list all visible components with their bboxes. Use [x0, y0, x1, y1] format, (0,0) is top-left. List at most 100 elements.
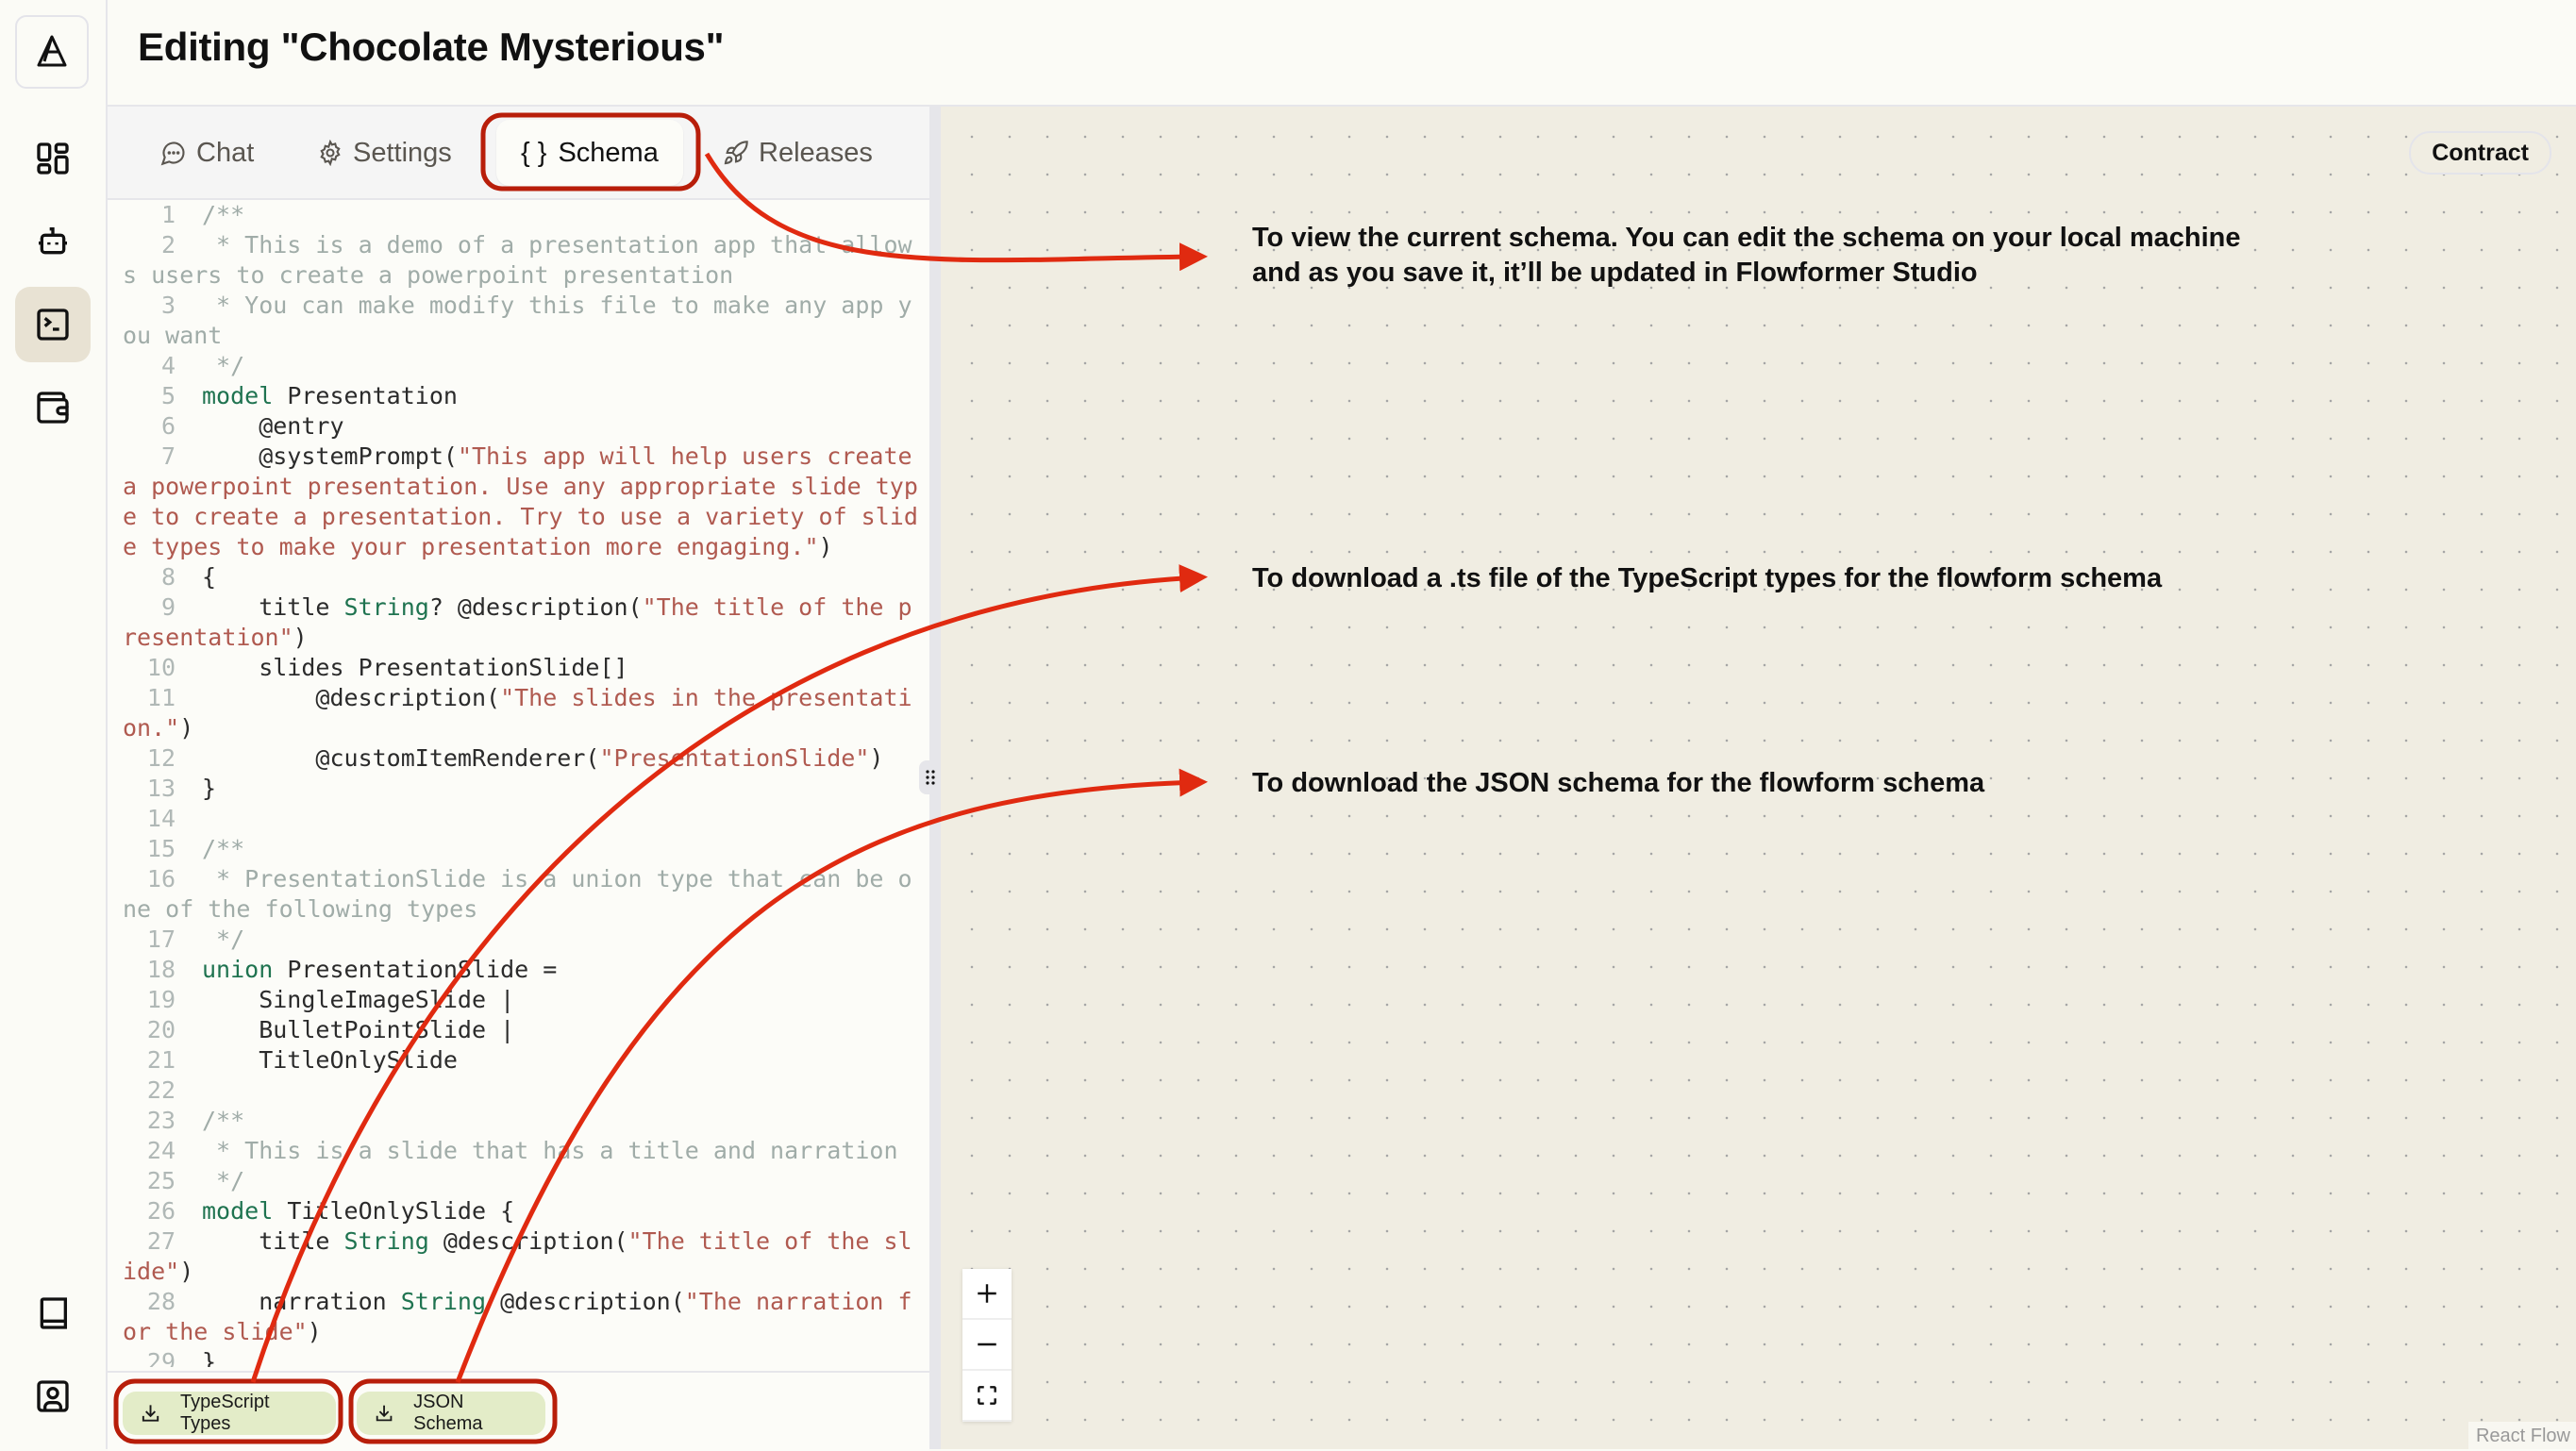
line-number: 15	[146, 835, 176, 862]
resize-handle[interactable]	[919, 760, 942, 794]
flowformer-logo-icon	[37, 35, 67, 67]
code-text: }	[202, 775, 217, 802]
code-line: 25 */	[123, 1166, 925, 1196]
sidebar-item-docs[interactable]	[15, 1276, 91, 1351]
tab-releases[interactable]: Releases	[723, 120, 873, 186]
app-logo[interactable]	[15, 15, 89, 89]
code-text: )	[818, 533, 833, 560]
code-text: SingleImageSlide |	[202, 986, 515, 1013]
tab-schema[interactable]: { } Schema	[496, 120, 683, 186]
line-number: 18	[146, 956, 176, 983]
line-number: 9	[160, 593, 176, 621]
code-text: @description(	[202, 684, 501, 711]
header: Editing "Chocolate Mysterious"	[108, 0, 2576, 107]
chat-bubble-icon	[160, 142, 185, 166]
code-text: )	[179, 1258, 194, 1285]
download-icon	[142, 1405, 159, 1422]
tab-chat-label: Chat	[196, 137, 255, 168]
line-number: 11	[146, 684, 176, 711]
tab-chat[interactable]: Chat	[160, 120, 254, 186]
code-comment: */	[202, 352, 245, 379]
code-text: narration	[202, 1288, 401, 1315]
line-number: 21	[146, 1046, 176, 1074]
code-comment: * This is a slide that has a title and n…	[202, 1137, 898, 1164]
sidebar-item-editor[interactable]	[15, 287, 91, 362]
line-number: 1	[160, 201, 176, 228]
code-line: 11 @description("The slides in the prese…	[123, 683, 925, 743]
annotation-schema-line1: To view the current schema. You can edit…	[1252, 223, 2241, 253]
fit-view-icon	[978, 1386, 996, 1405]
line-number: 16	[146, 865, 176, 892]
code-text: TitleOnlySlide {	[273, 1197, 515, 1225]
code-line: 26 model TitleOnlySlide {	[123, 1196, 925, 1226]
code-comment: */	[202, 1167, 245, 1194]
schema-code-editor[interactable]: 1/** 2 * This is a demo of a presentation…	[123, 200, 925, 1367]
zoom-out-icon	[978, 1343, 996, 1346]
line-number: 20	[146, 1016, 176, 1043]
json-schema-label: JSON Schema	[413, 1392, 483, 1434]
code-keyword: String	[400, 1288, 487, 1315]
code-text: TitleOnlySlide	[202, 1046, 458, 1074]
code-text: @description(	[428, 1227, 628, 1255]
line-number: 27	[146, 1227, 176, 1255]
code-text: )	[869, 744, 884, 772]
code-text: ? @description(	[428, 593, 643, 621]
sidebar-item-dashboard[interactable]	[15, 121, 91, 196]
sidebar-item-wallet[interactable]	[15, 370, 91, 445]
react-flow-attribution[interactable]: React Flow	[2467, 1422, 2576, 1449]
code-line: 6 @entry	[123, 411, 925, 442]
drag-handle-icon	[926, 770, 935, 785]
zoom-in-button[interactable]	[962, 1269, 1012, 1320]
line-number: 26	[146, 1197, 176, 1225]
code-text: BulletPointSlide |	[202, 1016, 515, 1043]
typescript-types-button[interactable]: TypeScript Types	[123, 1392, 336, 1435]
code-line: 13}	[123, 774, 925, 804]
line-number: 23	[146, 1107, 176, 1134]
line-number: 8	[160, 563, 176, 591]
robot-icon	[39, 227, 67, 255]
code-text: )	[293, 624, 308, 651]
code-line: 14	[123, 804, 925, 834]
annotation-schema-note: To view the current schema. You can edit…	[1252, 221, 2241, 291]
typescript-types-label: TypeScript Types	[180, 1392, 270, 1434]
code-comment: */	[202, 926, 245, 953]
line-number: 28	[146, 1288, 176, 1315]
tab-schema-label: Schema	[558, 137, 659, 168]
code-text: PresentationSlide =	[273, 956, 558, 983]
code-line: 29}	[123, 1347, 925, 1367]
line-number: 2	[160, 231, 176, 259]
contract-button[interactable]: Contract	[2409, 131, 2551, 175]
line-number: 5	[160, 382, 176, 409]
code-text: Presentation	[273, 382, 458, 409]
code-keyword: union	[202, 956, 274, 983]
annotation-json-note: To download the JSON schema for the flow…	[1252, 768, 1985, 798]
sidebar-item-account[interactable]	[15, 1359, 91, 1434]
code-comment: * PresentationSlide is a union type that…	[123, 865, 912, 923]
code-comment: /**	[202, 201, 245, 228]
code-text: title	[202, 1227, 344, 1255]
rocket-icon	[724, 141, 748, 165]
code-line: 12 @customItemRenderer("PresentationSlid…	[123, 743, 925, 774]
line-number: 25	[146, 1167, 176, 1194]
code-line: 3 * You can make modify this file to mak…	[123, 291, 925, 351]
line-number: 3	[160, 292, 176, 319]
code-comment: * This is a demo of a presentation app t…	[123, 231, 912, 289]
code-text: title	[202, 593, 344, 621]
tab-settings[interactable]: Settings	[317, 120, 452, 186]
code-string: "PresentationSlide"	[599, 744, 870, 772]
sidebar-item-agents[interactable]	[15, 204, 91, 279]
line-number: 12	[146, 744, 176, 772]
code-line: 20 BulletPointSlide |	[123, 1015, 925, 1045]
line-number: 7	[160, 442, 176, 470]
zoom-out-button[interactable]	[962, 1320, 1012, 1371]
line-number: 6	[160, 412, 176, 440]
tab-settings-label: Settings	[353, 137, 452, 168]
user-square-icon	[37, 1380, 69, 1412]
code-text: )	[179, 714, 194, 742]
code-line: 2 * This is a demo of a presentation app…	[123, 230, 925, 291]
code-keyword: model	[202, 1197, 274, 1225]
fit-view-button[interactable]	[962, 1371, 1012, 1422]
code-line: 28 narration String @description("The na…	[123, 1287, 925, 1347]
json-schema-button[interactable]: JSON Schema	[357, 1392, 545, 1435]
code-line: 17 */	[123, 925, 925, 955]
